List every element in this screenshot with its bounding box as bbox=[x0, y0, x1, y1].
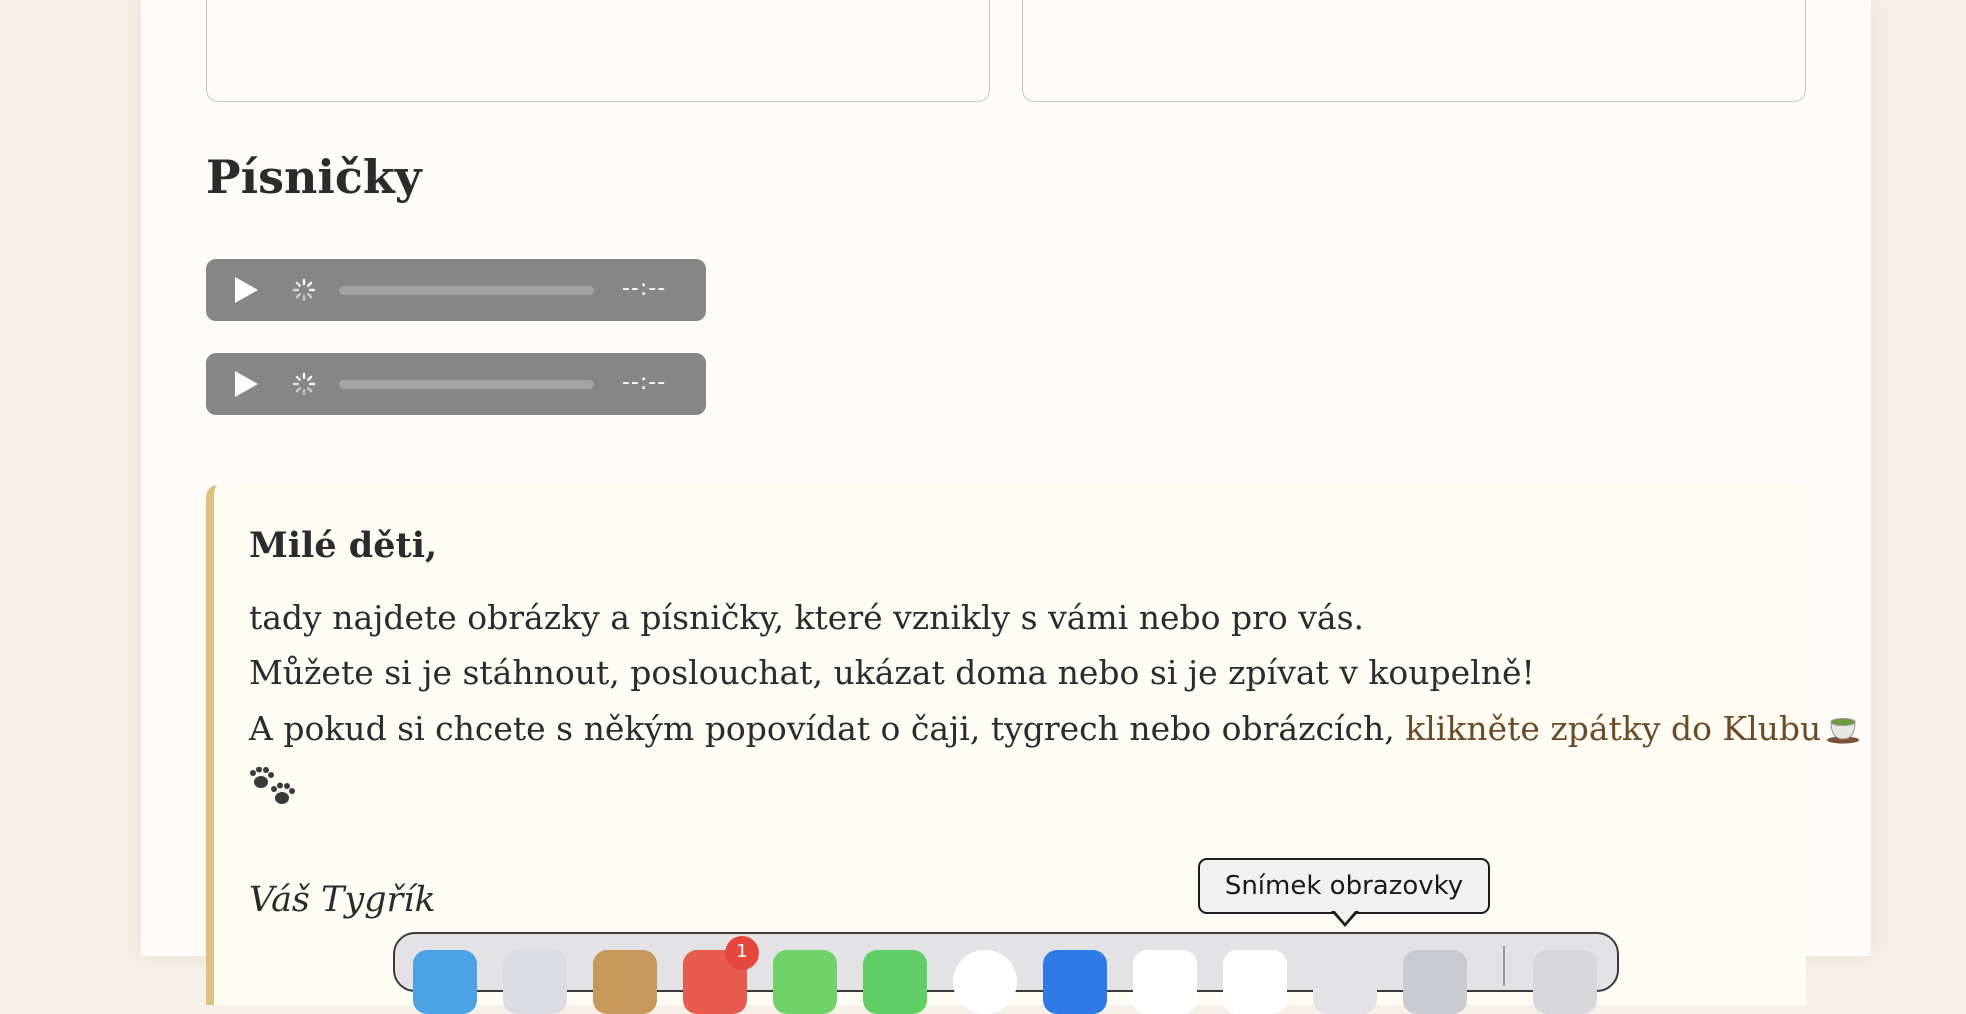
audio-player[interactable]: --:-- bbox=[206, 259, 706, 321]
tooltip-arrow-fill bbox=[1334, 910, 1356, 923]
letter-line: A pokud si chcete s někým popovídat o ča… bbox=[249, 709, 1861, 748]
trash-icon[interactable] bbox=[1533, 950, 1597, 1014]
photos-icon[interactable] bbox=[1223, 950, 1287, 1014]
songs-heading: Písničky bbox=[206, 150, 422, 204]
time-label: --:-- bbox=[622, 276, 667, 301]
contacts-icon[interactable] bbox=[593, 950, 657, 1014]
notification-badge: 1 bbox=[725, 936, 759, 970]
app-store-icon[interactable] bbox=[1043, 950, 1107, 1014]
time-label: --:-- bbox=[622, 370, 667, 395]
finder-icon[interactable] bbox=[413, 950, 477, 1014]
image-frame-left[interactable] bbox=[206, 0, 990, 102]
system-settings-icon[interactable] bbox=[1403, 950, 1467, 1014]
macos-dock: 1 bbox=[393, 932, 1619, 1014]
letter-line: tady najdete obrázky a písničky, které v… bbox=[249, 598, 1364, 637]
letter-line-text: A pokud si chcete s někým popovídat o ča… bbox=[249, 709, 1406, 748]
safari-icon[interactable] bbox=[953, 950, 1017, 1014]
audio-player[interactable]: --:-- bbox=[206, 353, 706, 415]
letter-box: Milé děti, tady najdete obrázky a písnič… bbox=[206, 485, 1860, 1005]
letter-line: Můžete si je stáhnout, poslouchat, ukáza… bbox=[249, 653, 1535, 692]
dock-separator bbox=[1503, 946, 1505, 986]
screenshot-icon[interactable] bbox=[1313, 950, 1377, 1014]
loading-spinner-icon bbox=[292, 278, 316, 302]
messages-icon[interactable] bbox=[773, 950, 837, 1014]
letter-signature: Váš Tygřík bbox=[249, 880, 436, 920]
image-frame-right[interactable] bbox=[1022, 0, 1806, 102]
loading-spinner-icon bbox=[292, 372, 316, 396]
tea-icon bbox=[1825, 710, 1861, 744]
progress-track[interactable] bbox=[339, 380, 594, 389]
page-content: Písničky --:-- --:-- Milé děti, tady naj… bbox=[141, 0, 1871, 1005]
launchpad-icon[interactable] bbox=[503, 950, 567, 1014]
facetime-icon[interactable] bbox=[863, 950, 927, 1014]
paw-prints-icon bbox=[250, 767, 295, 804]
dock-tooltip: Snímek obrazovky bbox=[1198, 858, 1490, 914]
play-icon[interactable] bbox=[235, 371, 258, 397]
letter-greeting: Milé děti, bbox=[249, 525, 438, 566]
progress-track[interactable] bbox=[339, 286, 594, 295]
play-icon[interactable] bbox=[235, 277, 258, 303]
club-link[interactable]: klikněte zpátky do Klubu bbox=[1405, 709, 1821, 748]
notes-icon[interactable] bbox=[1133, 950, 1197, 1014]
